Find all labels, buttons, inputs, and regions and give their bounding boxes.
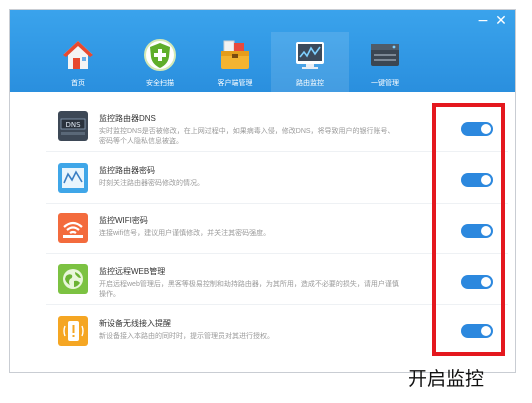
nav-item-home[interactable]: 首页 (39, 32, 117, 92)
dns-server-icon: DNS (58, 111, 88, 141)
row-description: 新设备接入本路由的同时时，提示管理员对其进行授权。 (99, 333, 274, 340)
nav-label: 一键管理 (371, 80, 399, 87)
nav-item-one-click[interactable]: 一键管理 (346, 32, 424, 92)
nav-label: 路由监控 (296, 80, 324, 87)
home-icon (63, 41, 93, 69)
nav-item-client[interactable]: 客户端管理 (196, 32, 274, 92)
nav-item-scan[interactable]: 安全扫描 (121, 32, 199, 92)
caption-text: 开启监控 (408, 368, 485, 390)
row-description: 连接wifi信号，建议用户谨慎修改，并关注其密码强度。 (99, 230, 271, 237)
header-bar: − ✕ 首页 安全扫描 客户端管理 路由监控 一键管理 (10, 10, 515, 92)
nav-item-router-monitor[interactable]: 路由监控 (271, 32, 349, 92)
row-title: 监控路由器DNS (99, 114, 156, 123)
nav-label: 客户端管理 (217, 80, 253, 87)
row-title: 监控远程WEB管理 (99, 267, 166, 276)
row-title: 新设备无线接入提醒 (99, 319, 171, 328)
shield-plus-icon (144, 39, 176, 71)
toggle-highlight-box (432, 103, 505, 356)
toolbox-icon (221, 40, 249, 69)
row-description: 实时监控DNS是否被修改，在上网过程中，如果病毒入侵，修改DNS，将导致用户的银… (99, 128, 395, 145)
row-title: 监控路由器密码 (99, 166, 155, 175)
monitor-chart-icon (296, 42, 324, 69)
svg-text:DNS: DNS (65, 121, 81, 129)
row-title: 监控WIFI密码 (99, 216, 148, 225)
top-nav: 首页 安全扫描 客户端管理 路由监控 一键管理 (10, 10, 515, 92)
row-description: 开启远程web管理后，黑客等极易控制和劫持路由器，为其所用，造成不必要的损失，请… (99, 281, 399, 298)
phone-alert-icon (58, 316, 88, 346)
password-chart-icon (58, 163, 88, 193)
wifi-icon (58, 213, 88, 243)
row-description: 时刻关注路由器密码修改的情况。 (99, 180, 204, 187)
nav-label: 安全扫描 (146, 80, 174, 87)
nav-label: 首页 (71, 80, 85, 87)
globe-icon (58, 264, 88, 294)
router-device-icon (371, 44, 399, 66)
